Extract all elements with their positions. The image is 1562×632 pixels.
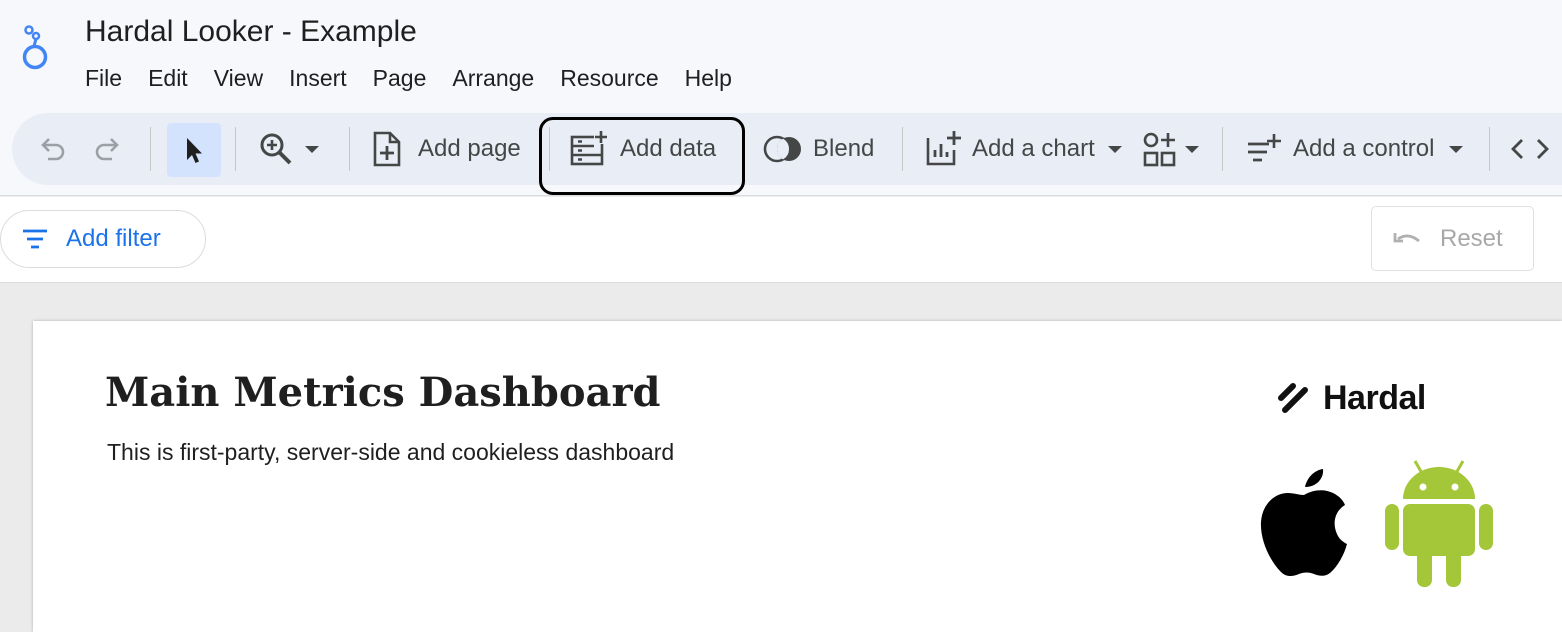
embed-code-button[interactable] — [1510, 113, 1550, 185]
reset-label: Reset — [1440, 224, 1503, 252]
redo-button[interactable] — [92, 113, 124, 185]
chevron-down-icon — [305, 146, 319, 153]
menu-help[interactable]: Help — [685, 65, 732, 92]
toolbar-divider — [902, 127, 903, 171]
add-component-button[interactable] — [1142, 113, 1202, 185]
menu-bar: File Edit View Insert Page Arrange Resou… — [85, 65, 732, 92]
looker-logo-icon[interactable] — [18, 22, 52, 72]
menu-file[interactable]: File — [85, 65, 122, 92]
filter-icon — [23, 229, 47, 249]
add-control-button[interactable]: Add a control — [1245, 113, 1466, 185]
menu-edit[interactable]: Edit — [148, 65, 188, 92]
filter-bar: Add filter Reset — [0, 197, 1562, 283]
report-canvas: Main Metrics Dashboard This is first-par… — [33, 321, 1562, 632]
undo-icon — [41, 138, 65, 161]
toolbar-divider — [1489, 127, 1490, 171]
add-filter-button[interactable]: Add filter — [0, 210, 206, 268]
add-control-label: Add a control — [1293, 135, 1435, 162]
menu-insert[interactable]: Insert — [289, 65, 347, 92]
add-page-icon — [373, 131, 401, 167]
hardal-mark-icon — [1278, 382, 1308, 413]
reset-button[interactable]: Reset — [1371, 206, 1534, 271]
add-control-icon — [1248, 134, 1281, 162]
chevron-down-icon — [1185, 146, 1199, 153]
toolbar: Add page Add data Blend Add a chart Add … — [12, 113, 1562, 195]
redo-icon — [95, 138, 119, 161]
chevron-down-icon — [1107, 146, 1122, 153]
blend-label: Blend — [813, 135, 875, 162]
android-logo-icon[interactable] — [1383, 457, 1495, 587]
hardal-wordmark: Hardal — [1323, 379, 1426, 417]
add-chart-label: Add a chart — [972, 135, 1095, 162]
reset-icon — [1393, 232, 1420, 242]
blend-button[interactable]: Blend — [763, 113, 874, 185]
select-button[interactable] — [167, 123, 221, 177]
hardal-logo[interactable]: Hardal — [1277, 379, 1426, 418]
add-chart-button[interactable]: Add a chart — [924, 113, 1125, 185]
code-icon — [1511, 139, 1549, 159]
chevron-down-icon — [1449, 146, 1464, 153]
report-title[interactable]: Hardal Looker - Example — [85, 15, 417, 49]
toolbar-divider — [1222, 127, 1223, 171]
app-header: Hardal Looker - Example File Edit View I… — [0, 0, 1562, 196]
add-filter-label: Add filter — [66, 225, 161, 252]
add-page-button[interactable]: Add page — [370, 113, 521, 185]
toolbar-divider — [349, 127, 350, 171]
add-page-label: Add page — [418, 135, 521, 162]
toolbar-divider — [235, 127, 236, 171]
add-chart-icon — [926, 131, 961, 166]
add-data-highlight — [539, 117, 745, 195]
dashboard-subtitle[interactable]: This is first-party, server-side and coo… — [107, 439, 674, 466]
menu-view[interactable]: View — [214, 65, 263, 92]
menu-arrange[interactable]: Arrange — [452, 65, 534, 92]
menu-resource[interactable]: Resource — [560, 65, 658, 92]
zoom-in-icon — [260, 133, 292, 165]
dashboard-title[interactable]: Main Metrics Dashboard — [105, 369, 661, 416]
toolbar-divider — [150, 127, 151, 171]
blend-icon — [763, 135, 801, 163]
add-component-icon — [1143, 132, 1176, 167]
apple-logo-icon[interactable] — [1259, 469, 1349, 577]
cursor-arrow-icon — [187, 138, 202, 163]
undo-button[interactable] — [36, 113, 68, 185]
zoom-button[interactable] — [258, 113, 322, 185]
menu-page[interactable]: Page — [373, 65, 427, 92]
